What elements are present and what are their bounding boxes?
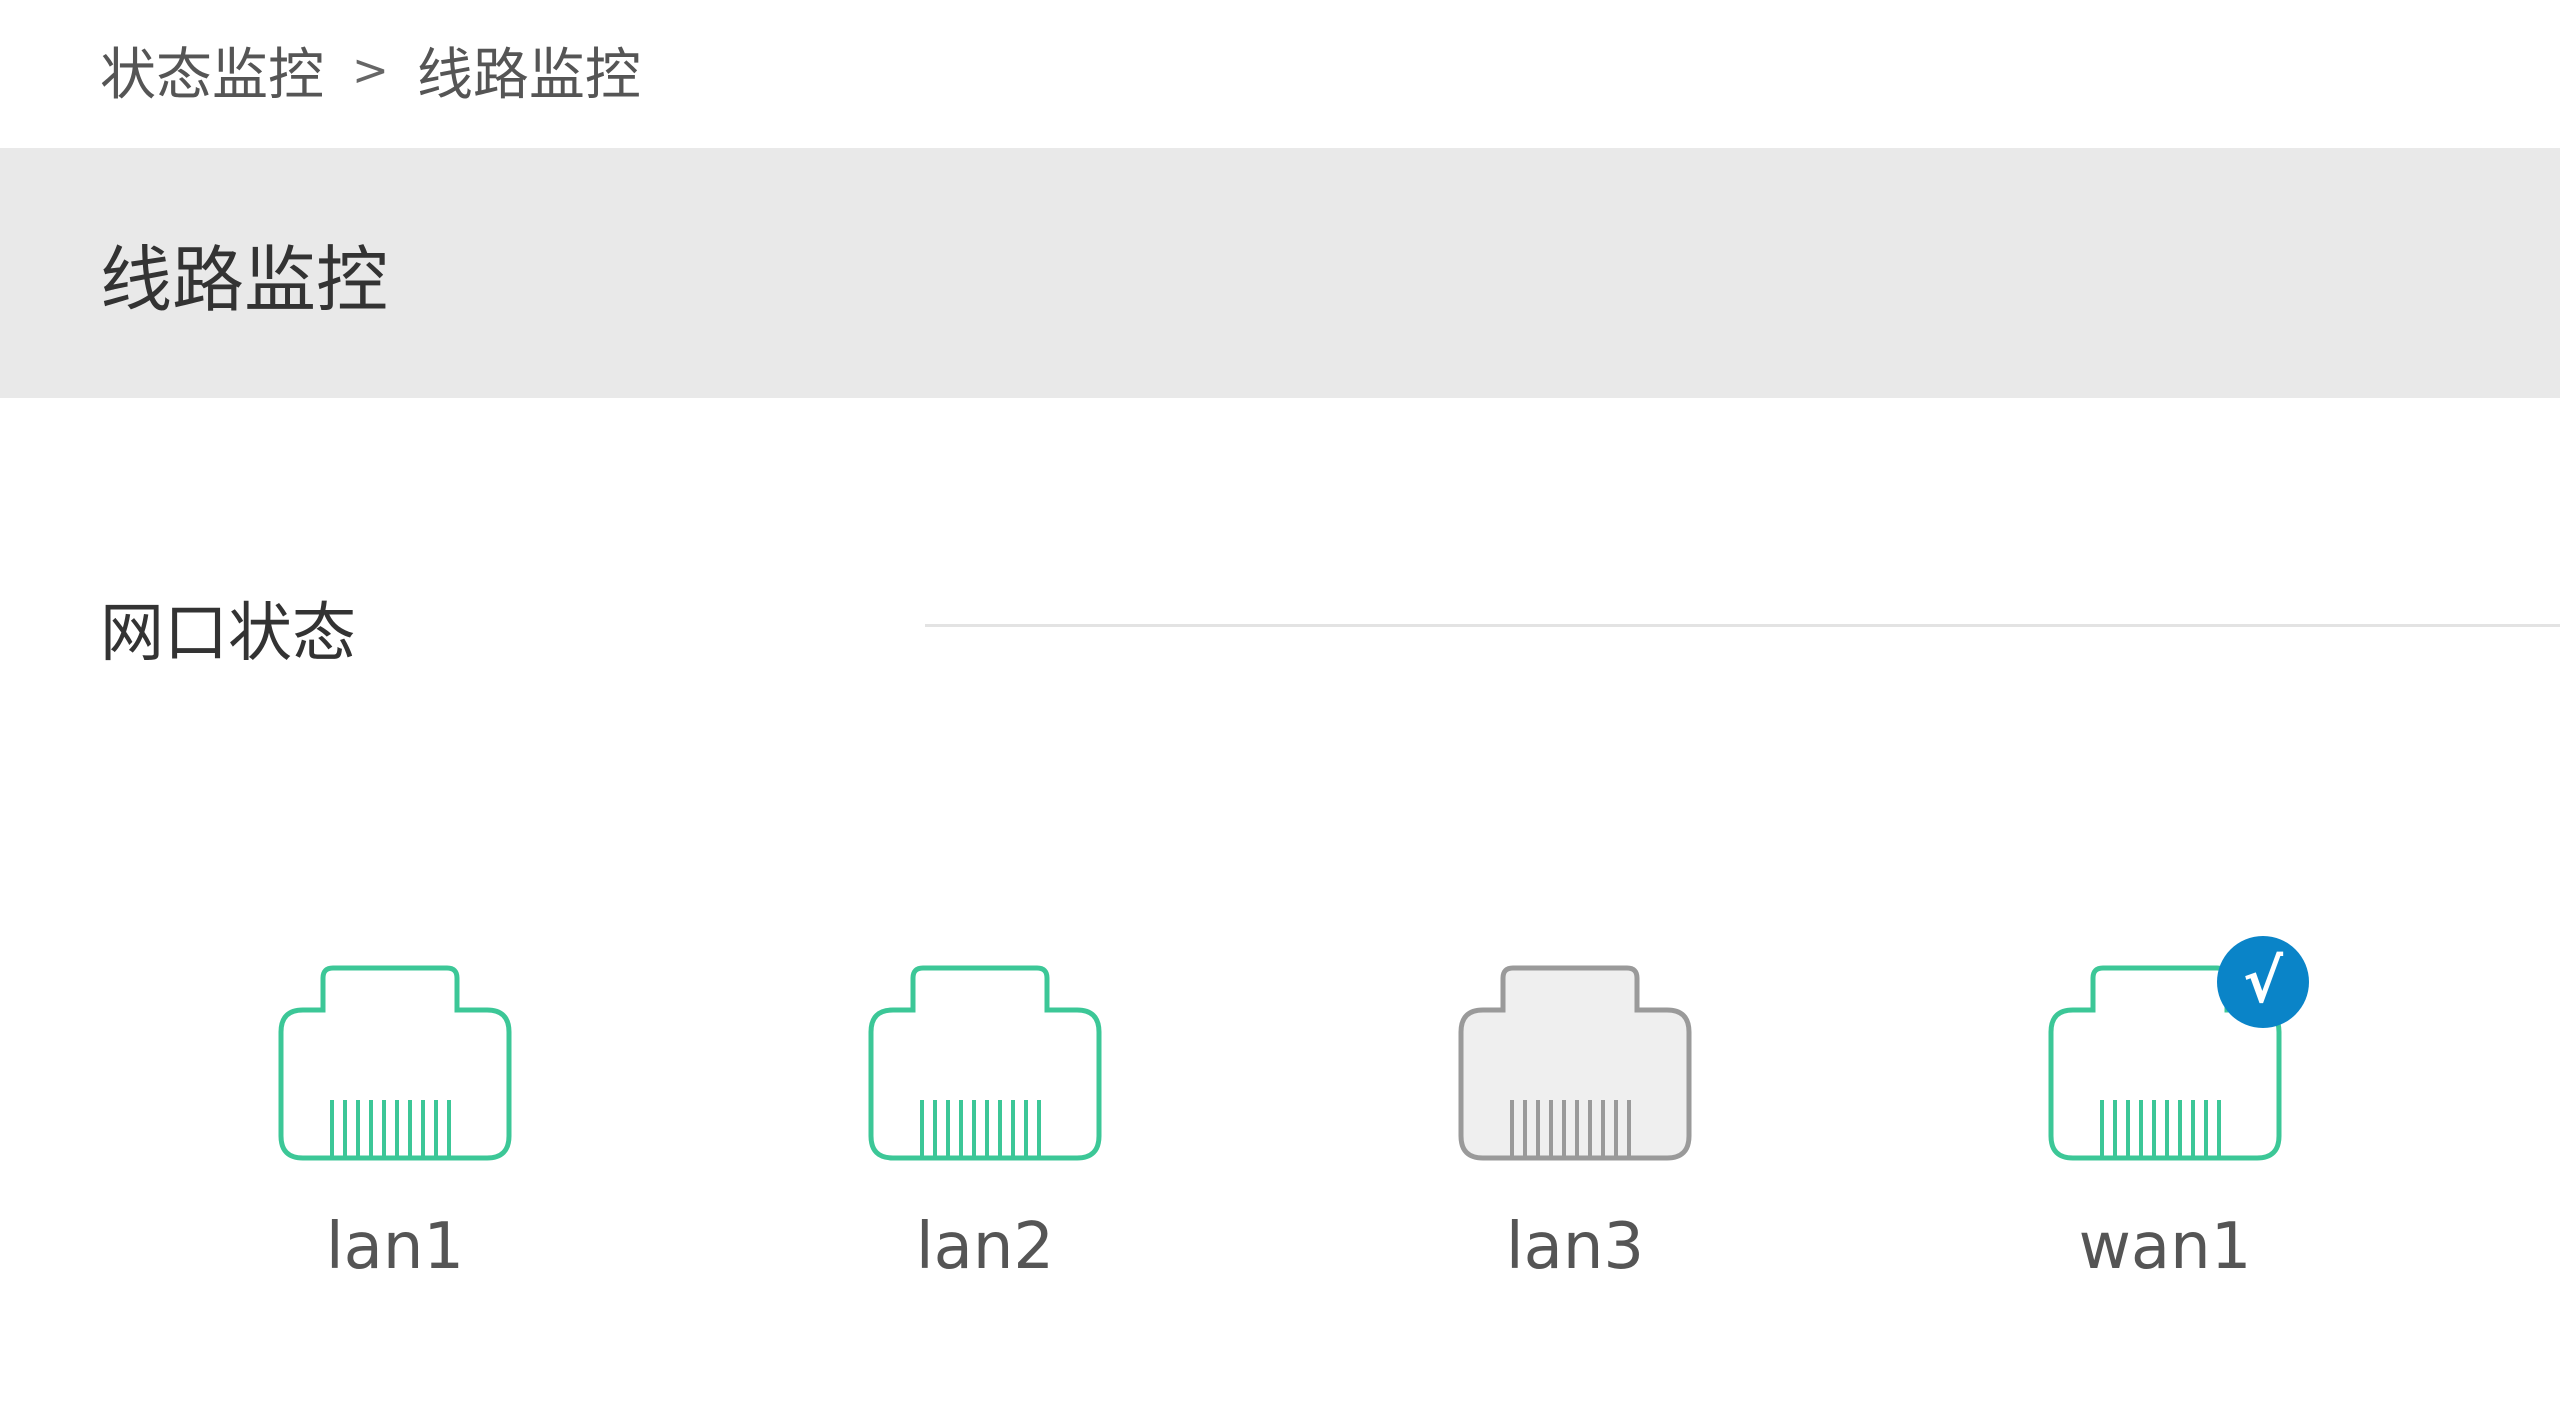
section-title-text: 网口状态	[100, 597, 356, 671]
breadcrumb: 状态监控 > 线路监控	[100, 30, 641, 110]
ethernet-port-icon	[275, 960, 515, 1170]
section-divider	[925, 624, 2560, 627]
port-lan1[interactable]: lan1	[275, 960, 515, 1320]
section-title: 网口状态	[100, 578, 356, 678]
port-lan3[interactable]: lan3	[1455, 960, 1695, 1320]
breadcrumb-item-status-monitor[interactable]: 状态监控	[100, 30, 324, 111]
port-wan1[interactable]: √ wan1	[2045, 936, 2309, 1320]
ethernet-port-icon	[865, 960, 1105, 1170]
ethernet-port-icon	[1455, 960, 1695, 1170]
line-monitor-page: 状态监控 > 线路监控 线路监控 网口状态 lan1 lan2 lan3 √ w…	[0, 0, 2560, 1414]
port-label: lan2	[915, 1210, 1055, 1284]
breadcrumb-separator: >	[352, 44, 389, 96]
port-label: wan1	[2078, 1210, 2252, 1284]
breadcrumb-item-line-monitor[interactable]: 线路监控	[417, 30, 641, 111]
port-label: lan3	[1505, 1210, 1645, 1284]
check-badge-icon: √	[2217, 936, 2309, 1028]
page-title-bar: 线路监控	[0, 148, 2560, 398]
page-title: 线路监控	[100, 237, 389, 322]
port-lan2[interactable]: lan2	[865, 960, 1105, 1320]
port-label: lan1	[325, 1210, 465, 1284]
